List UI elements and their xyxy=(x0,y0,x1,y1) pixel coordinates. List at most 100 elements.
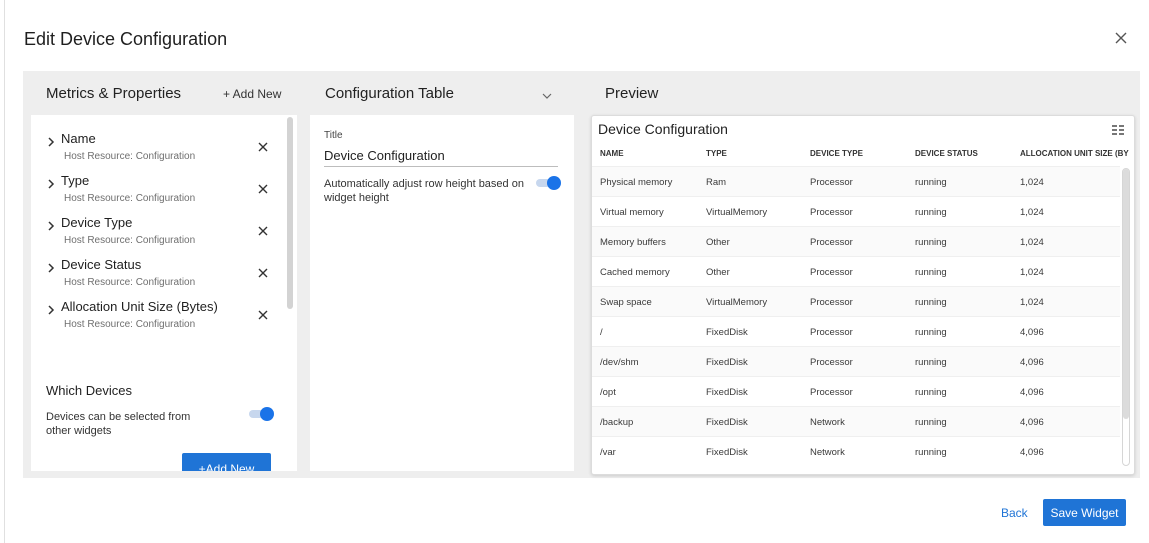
remove-icon[interactable] xyxy=(257,224,269,236)
table-cell: Processor xyxy=(810,237,853,248)
metric-label: Type xyxy=(61,173,90,188)
table-cell: running xyxy=(915,417,947,428)
table-row[interactable]: Physical memory Ram Processor running 1,024 xyxy=(592,166,1120,196)
toggle-knob xyxy=(260,407,274,421)
table-row[interactable]: /dev/shm FixedDisk Processor running 4,096 xyxy=(592,346,1120,376)
workspace: Metrics & Properties + Add New Configura… xyxy=(23,71,1140,478)
remove-icon[interactable] xyxy=(257,308,269,320)
metric-item-device-type[interactable]: Device Type Host Resource: Configuration xyxy=(31,213,281,255)
table-cell: Processor xyxy=(810,327,853,338)
table-cell: Processor xyxy=(810,267,853,278)
row-height-toggle[interactable] xyxy=(536,176,561,190)
preview-scrollbar-thumb[interactable] xyxy=(1123,169,1129,419)
chevron-right-icon[interactable] xyxy=(46,218,56,231)
widget-title: Device Configuration xyxy=(598,121,728,137)
table-row[interactable]: / FixedDisk Processor running 4,096 xyxy=(592,316,1120,346)
table-cell: Other xyxy=(706,267,730,278)
metric-source: Host Resource: Configuration xyxy=(64,277,196,288)
edit-dialog: Edit Device Configuration Metrics & Prop… xyxy=(4,0,1149,543)
configuration-panel: Title Automatically adjust row height ba… xyxy=(310,115,574,471)
preview-scrollbar[interactable] xyxy=(1122,168,1130,466)
metric-source: Host Resource: Configuration xyxy=(64,193,196,204)
chevron-right-icon[interactable] xyxy=(46,134,56,147)
column-header[interactable]: DEVICE STATUS xyxy=(915,149,978,158)
table-cell: FixedDisk xyxy=(706,447,748,458)
metric-item-name[interactable]: Name Host Resource: Configuration xyxy=(31,129,281,171)
metric-label: Device Type xyxy=(61,215,133,230)
column-header[interactable]: NAME xyxy=(600,149,624,158)
metric-source: Host Resource: Configuration xyxy=(64,151,196,162)
chevron-right-icon[interactable] xyxy=(46,176,56,189)
remove-icon[interactable] xyxy=(257,140,269,152)
table-row[interactable]: Virtual memory VirtualMemory Processor runn… xyxy=(592,196,1120,226)
preview-widget: Device Configuration NAME TYPE DEVICE TY… xyxy=(591,115,1135,475)
column-header[interactable]: ALLOCATION UNIT SIZE (BY xyxy=(1020,149,1130,158)
table-cell: 4,096 xyxy=(1020,357,1044,368)
table-cell: 1,024 xyxy=(1020,297,1044,308)
column-header[interactable]: DEVICE TYPE xyxy=(810,149,863,158)
metric-label: Device Status xyxy=(61,257,142,272)
back-button[interactable]: Back xyxy=(1001,506,1028,520)
table-row[interactable]: /opt FixedDisk Processor running 4,096 xyxy=(592,376,1120,406)
row-height-label: Automatically adjust row height based on… xyxy=(324,178,524,204)
table-cell: Swap space xyxy=(600,297,652,308)
metric-label: Allocation Unit Size (Bytes) xyxy=(61,299,218,314)
table-cell: /opt xyxy=(600,387,616,398)
table-cell: FixedDisk xyxy=(706,327,748,338)
table-cell: running xyxy=(915,207,947,218)
metric-label: Name xyxy=(61,131,96,146)
table-cell: running xyxy=(915,447,947,458)
table-cell: /dev/shm xyxy=(600,357,639,368)
table-cell: FixedDisk xyxy=(706,387,748,398)
close-icon[interactable] xyxy=(1113,30,1129,46)
chevron-right-icon[interactable] xyxy=(46,260,56,273)
devices-selectable-toggle[interactable] xyxy=(249,407,274,421)
table-cell: 4,096 xyxy=(1020,327,1044,338)
table-row[interactable]: /var FixedDisk Network running 4,096 xyxy=(592,436,1120,466)
column-header[interactable]: TYPE xyxy=(706,149,727,158)
table-cell: 4,096 xyxy=(1020,447,1044,458)
table-cell: 1,024 xyxy=(1020,207,1044,218)
metric-item-allocation-unit-size[interactable]: Allocation Unit Size (Bytes) Host Resour… xyxy=(31,297,281,339)
add-new-button[interactable]: +Add New xyxy=(182,453,271,471)
table-row[interactable]: Cached memory Other Processor running 1,024 xyxy=(592,256,1120,286)
table-cell: 1,024 xyxy=(1020,237,1044,248)
metrics-scrollbar[interactable] xyxy=(286,115,294,471)
which-devices-label: Devices can be selected from other widge… xyxy=(46,411,191,437)
table-cell: Processor xyxy=(810,177,853,188)
table-cell: running xyxy=(915,387,947,398)
table-row[interactable]: /backup FixedDisk Network running 4,096 xyxy=(592,406,1120,436)
chevron-down-icon[interactable] xyxy=(541,89,553,101)
table-cell: /backup xyxy=(600,417,634,428)
table-cell: VirtualMemory xyxy=(706,297,768,308)
metric-item-type[interactable]: Type Host Resource: Configuration xyxy=(31,171,281,213)
add-new-metric-link[interactable]: + Add New xyxy=(223,87,281,101)
table-row[interactable]: Swap space VirtualMemory Processor running 1… xyxy=(592,286,1120,316)
table-cell: Physical memory xyxy=(600,177,673,188)
table-cell: Network xyxy=(810,447,845,458)
table-row[interactable]: Memory buffers Other Processor running 1,024 xyxy=(592,226,1120,256)
table-cell: running xyxy=(915,237,947,248)
which-devices-title: Which Devices xyxy=(46,383,132,398)
table-cell: 1,024 xyxy=(1020,177,1044,188)
remove-icon[interactable] xyxy=(257,182,269,194)
preview-heading: Preview xyxy=(605,85,659,102)
toggle-knob xyxy=(547,176,561,190)
table-cell: FixedDisk xyxy=(706,357,748,368)
table-cell: VirtualMemory xyxy=(706,207,768,218)
table-cell: 4,096 xyxy=(1020,417,1044,428)
grid-view-icon[interactable] xyxy=(1111,124,1125,138)
remove-icon[interactable] xyxy=(257,266,269,278)
table-cell: Ram xyxy=(706,177,727,188)
title-label: Title xyxy=(324,130,343,141)
save-widget-button[interactable]: Save Widget xyxy=(1043,499,1126,526)
table-cell: 4,096 xyxy=(1020,387,1044,398)
table-cell: running xyxy=(915,177,947,188)
table-cell: Cached memory xyxy=(600,267,670,278)
title-input[interactable] xyxy=(324,145,558,167)
metrics-scrollbar-thumb[interactable] xyxy=(287,117,293,309)
chevron-right-icon[interactable] xyxy=(46,302,56,315)
table-cell: FixedDisk xyxy=(706,417,748,428)
table-cell: running xyxy=(915,267,947,278)
metric-item-device-status[interactable]: Device Status Host Resource: Configurati… xyxy=(31,255,281,297)
